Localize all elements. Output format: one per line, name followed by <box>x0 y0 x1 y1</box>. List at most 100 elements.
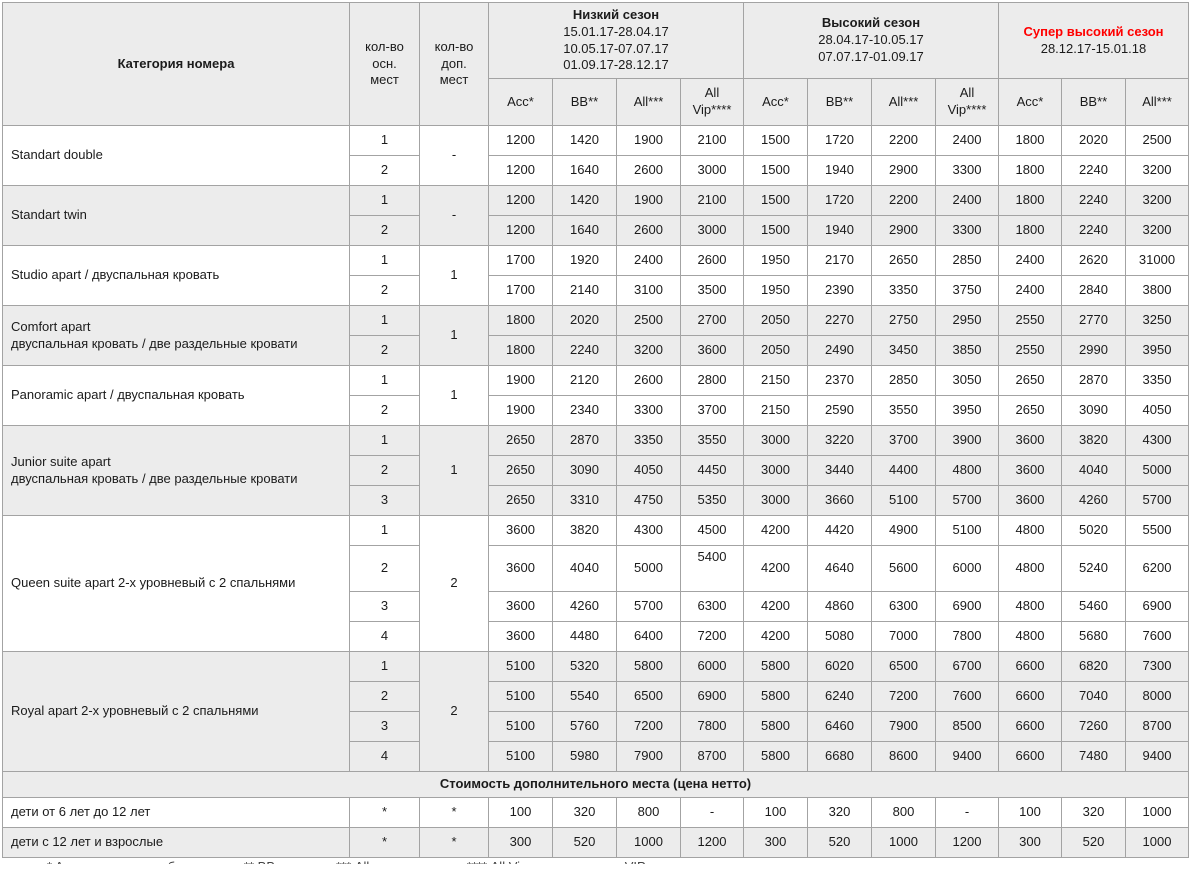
price-cell: 3000 <box>744 456 808 486</box>
price-cell: 9400 <box>936 742 999 772</box>
price-cell: 5240 <box>1062 546 1126 592</box>
price-cell: 3950 <box>936 396 999 426</box>
price-cell: 4200 <box>744 592 808 622</box>
price-cell: 4800 <box>936 456 999 486</box>
price-cell: 5680 <box>1062 622 1126 652</box>
price-cell: 6500 <box>617 682 681 712</box>
price-cell: 2900 <box>872 156 936 186</box>
price-cell: 6460 <box>808 712 872 742</box>
price-cell: 2500 <box>1126 126 1189 156</box>
price-cell: 2050 <box>744 336 808 366</box>
price-cell: 4050 <box>617 456 681 486</box>
occupancy-cell: 2 <box>350 456 420 486</box>
add-places-cell: 1 <box>420 366 489 426</box>
price-cell: 100 <box>999 798 1062 828</box>
price-cell: 3100 <box>617 276 681 306</box>
price-cell: 2750 <box>872 306 936 336</box>
board-column-header: BB** <box>553 79 617 126</box>
extra-place-section-title: Стоимость дополнительного места (цена не… <box>3 772 1189 798</box>
room-row: Queen suite apart 2-х уровневый с 2 спал… <box>3 516 1189 546</box>
price-cell: 520 <box>1062 828 1126 858</box>
room-name: Panoramic apart / двуспальная кровать <box>11 387 341 404</box>
price-cell: 2240 <box>553 336 617 366</box>
price-cell: 5100 <box>489 682 553 712</box>
room-category: Comfort apartдвуспальная кровать / две р… <box>3 306 350 366</box>
occupancy-cell: 1 <box>350 426 420 456</box>
price-cell: 5600 <box>872 546 936 592</box>
price-cell: 4200 <box>744 546 808 592</box>
extra-main-cell: * <box>350 798 420 828</box>
occupancy-cell: 2 <box>350 396 420 426</box>
price-cell: 2200 <box>872 186 936 216</box>
occupancy-cell: 1 <box>350 516 420 546</box>
board-column-header: All*** <box>872 79 936 126</box>
price-cell: 6200 <box>1126 546 1189 592</box>
price-cell: 5080 <box>808 622 872 652</box>
price-cell: 2370 <box>808 366 872 396</box>
price-cell: 2150 <box>744 366 808 396</box>
price-cell: 6600 <box>999 742 1062 772</box>
occupancy-cell: 2 <box>350 276 420 306</box>
price-cell: 7480 <box>1062 742 1126 772</box>
price-cell: 5400 <box>681 546 744 592</box>
price-cell: 4040 <box>1062 456 1126 486</box>
room-name: Royal apart 2-х уровневый с 2 спальнями <box>11 703 341 720</box>
price-cell: 5760 <box>553 712 617 742</box>
price-cell: 1940 <box>808 156 872 186</box>
add-places-cell: 1 <box>420 426 489 516</box>
price-cell: 1200 <box>489 186 553 216</box>
price-cell: 2240 <box>1062 216 1126 246</box>
price-cell: 1800 <box>489 306 553 336</box>
price-cell: 2840 <box>1062 276 1126 306</box>
room-row: Panoramic apart / двуспальная кровать111… <box>3 366 1189 396</box>
price-cell: 6500 <box>872 652 936 682</box>
price-cell: 4480 <box>553 622 617 652</box>
price-cell: 7800 <box>936 622 999 652</box>
price-cell: 1920 <box>553 246 617 276</box>
price-cell: 7300 <box>1126 652 1189 682</box>
price-cell: 3600 <box>999 486 1062 516</box>
room-name: Standart twin <box>11 207 341 224</box>
price-cell: 2650 <box>489 456 553 486</box>
price-cell: 2590 <box>808 396 872 426</box>
board-column-header: BB** <box>808 79 872 126</box>
price-cell: 2020 <box>1062 126 1126 156</box>
price-cell: 1420 <box>553 126 617 156</box>
price-cell: 3900 <box>936 426 999 456</box>
price-cell: 3820 <box>553 516 617 546</box>
season-title: Высокий сезон <box>747 15 995 32</box>
price-cell: 3200 <box>617 336 681 366</box>
price-cell: - <box>681 798 744 828</box>
room-category: Royal apart 2-х уровневый с 2 спальнями <box>3 652 350 772</box>
add-places-cell: - <box>420 126 489 186</box>
price-cell: 5000 <box>1126 456 1189 486</box>
price-cell: 4800 <box>999 516 1062 546</box>
price-cell: 6400 <box>617 622 681 652</box>
price-cell: 4800 <box>999 622 1062 652</box>
price-cell: 5320 <box>553 652 617 682</box>
occupancy-cell: 3 <box>350 592 420 622</box>
price-cell: 3300 <box>936 216 999 246</box>
price-cell: 3550 <box>872 396 936 426</box>
price-cell: 4500 <box>681 516 744 546</box>
price-cell: 5100 <box>872 486 936 516</box>
price-cell: 2400 <box>936 186 999 216</box>
price-cell: 5100 <box>489 712 553 742</box>
extra-add-cell: * <box>420 798 489 828</box>
occupancy-cell: 1 <box>350 652 420 682</box>
price-cell: 2870 <box>553 426 617 456</box>
price-cell: 320 <box>808 798 872 828</box>
price-cell: 5100 <box>489 742 553 772</box>
extra-row: дети от 6 лет до 12 лет**100320800-10032… <box>3 798 1189 828</box>
price-cell: 2340 <box>553 396 617 426</box>
price-cell: 4200 <box>744 622 808 652</box>
table-head: Категория номеракол-во осн. месткол-во д… <box>3 3 1189 126</box>
price-cell: 8500 <box>936 712 999 742</box>
price-cell: 4050 <box>1126 396 1189 426</box>
price-cell: 2650 <box>489 486 553 516</box>
price-cell: 5020 <box>1062 516 1126 546</box>
price-cell: 1720 <box>808 126 872 156</box>
price-cell: 1200 <box>489 156 553 186</box>
price-cell: 2600 <box>617 156 681 186</box>
price-cell: 3090 <box>553 456 617 486</box>
